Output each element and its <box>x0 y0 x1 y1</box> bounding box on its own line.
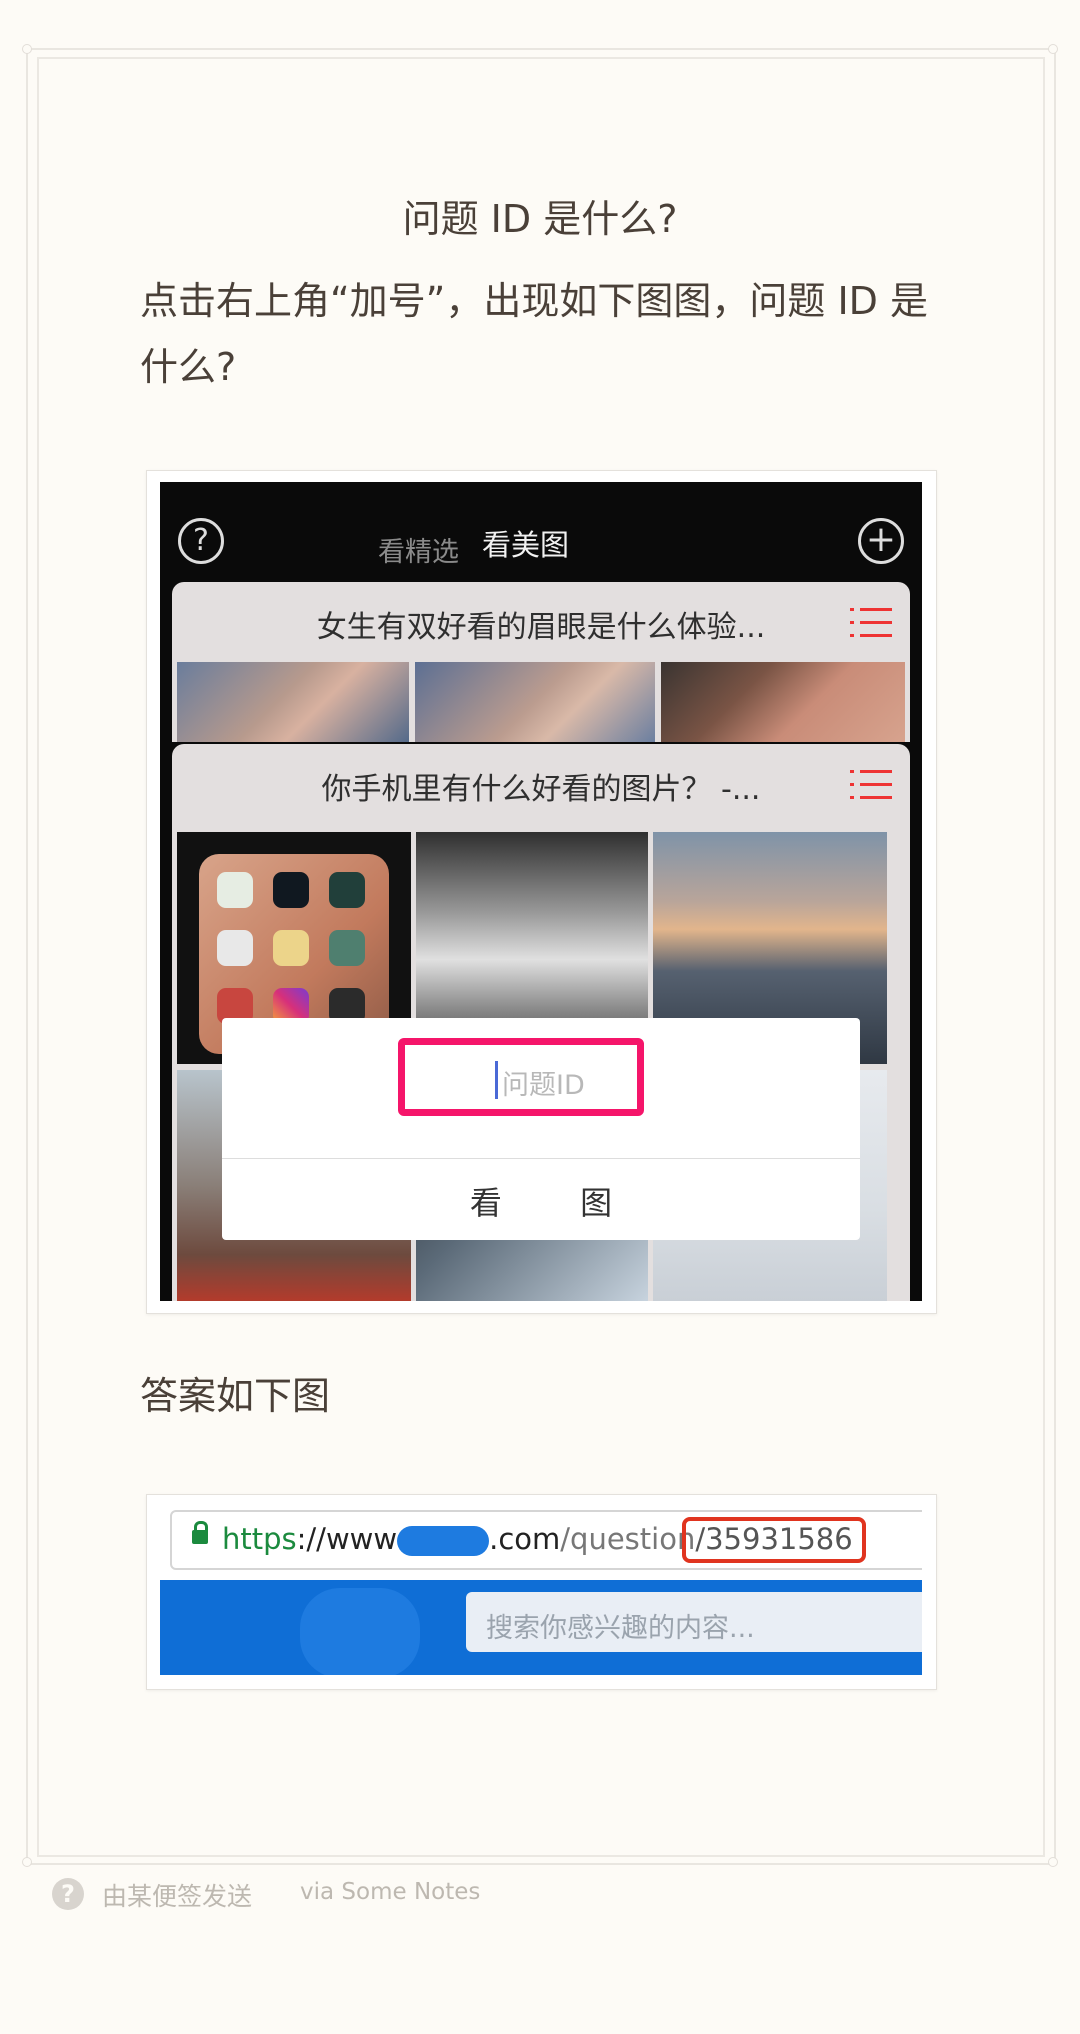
photo-thumbnail <box>177 662 409 742</box>
photo-thumbnail <box>415 662 655 742</box>
answer-label: 答案如下图 <box>140 1374 331 1418</box>
butter-camera-icon <box>273 930 309 966</box>
note-paragraph: 点击右上角“加号”，出现如下图图，问题 ID 是什么? <box>140 279 929 389</box>
filterstorm-icon <box>329 930 365 966</box>
aliensky-icon <box>273 872 309 908</box>
url-domain: .com <box>489 1522 561 1556</box>
question-id-input: 问题ID <box>502 1070 585 1101</box>
dialog-divider <box>222 1158 860 1159</box>
search-placeholder: 搜索你感兴趣的内容... <box>486 1613 755 1644</box>
frame-corner <box>22 44 32 54</box>
text-caret <box>495 1061 498 1099</box>
url-path: /question <box>560 1522 696 1556</box>
vsco-icon <box>217 930 253 966</box>
browser-screenshot: https://www .com/question/35931586 搜索你感兴趣… <box>160 1506 922 1675</box>
tab-pictures: 看美图 <box>482 528 570 562</box>
question-id-highlight: 问题ID <box>398 1038 644 1116</box>
list-menu-icon <box>850 770 892 800</box>
app-topbar: ? 看精选 看美图 + <box>160 482 922 582</box>
card-title: 女生有双好看的眉眼是什么体验... <box>316 610 766 645</box>
tab-featured: 看精选 <box>378 537 459 568</box>
snapseed-icon <box>217 872 253 908</box>
lock-icon <box>192 1521 208 1544</box>
list-card: 女生有双好看的眉眼是什么体验... <box>172 582 910 742</box>
card-title: 你手机里有什么好看的图片？ -... <box>321 772 761 807</box>
site-header: 搜索你感兴趣的内容... <box>160 1580 922 1675</box>
frame-corner <box>22 1857 32 1867</box>
redaction-scribble <box>300 1588 420 1675</box>
search-box: 搜索你感兴趣的内容... <box>466 1592 922 1652</box>
view-image-button: 看 图 <box>469 1184 647 1222</box>
plus-icon: + <box>858 518 904 564</box>
help-icon: ? <box>52 1878 84 1910</box>
url-scheme: https <box>222 1522 297 1556</box>
redaction-scribble <box>397 1526 490 1556</box>
address-bar: https://www .com/question/35931586 <box>170 1510 922 1570</box>
app-screenshot: ? 看精选 看美图 + 女生有双好看的眉眼是什么体验... 你手机里有什么好看的… <box>160 482 922 1301</box>
frame-corner <box>1048 1857 1058 1867</box>
note-title: 问题 ID 是什么? <box>402 197 678 241</box>
url-www: ://www <box>296 1522 398 1556</box>
question-id-dialog: 问题ID 看 图 <box>222 1018 860 1240</box>
frame-corner <box>1048 44 1058 54</box>
sent-by-text: 由某便签发送 <box>102 1882 253 1911</box>
loftlife-icon <box>329 872 365 908</box>
photo-thumbnail <box>661 662 905 742</box>
question-id-highlight <box>682 1517 866 1563</box>
help-icon: ? <box>178 518 224 564</box>
via-text: via Some Notes <box>300 1879 481 1905</box>
list-menu-icon <box>850 608 892 638</box>
